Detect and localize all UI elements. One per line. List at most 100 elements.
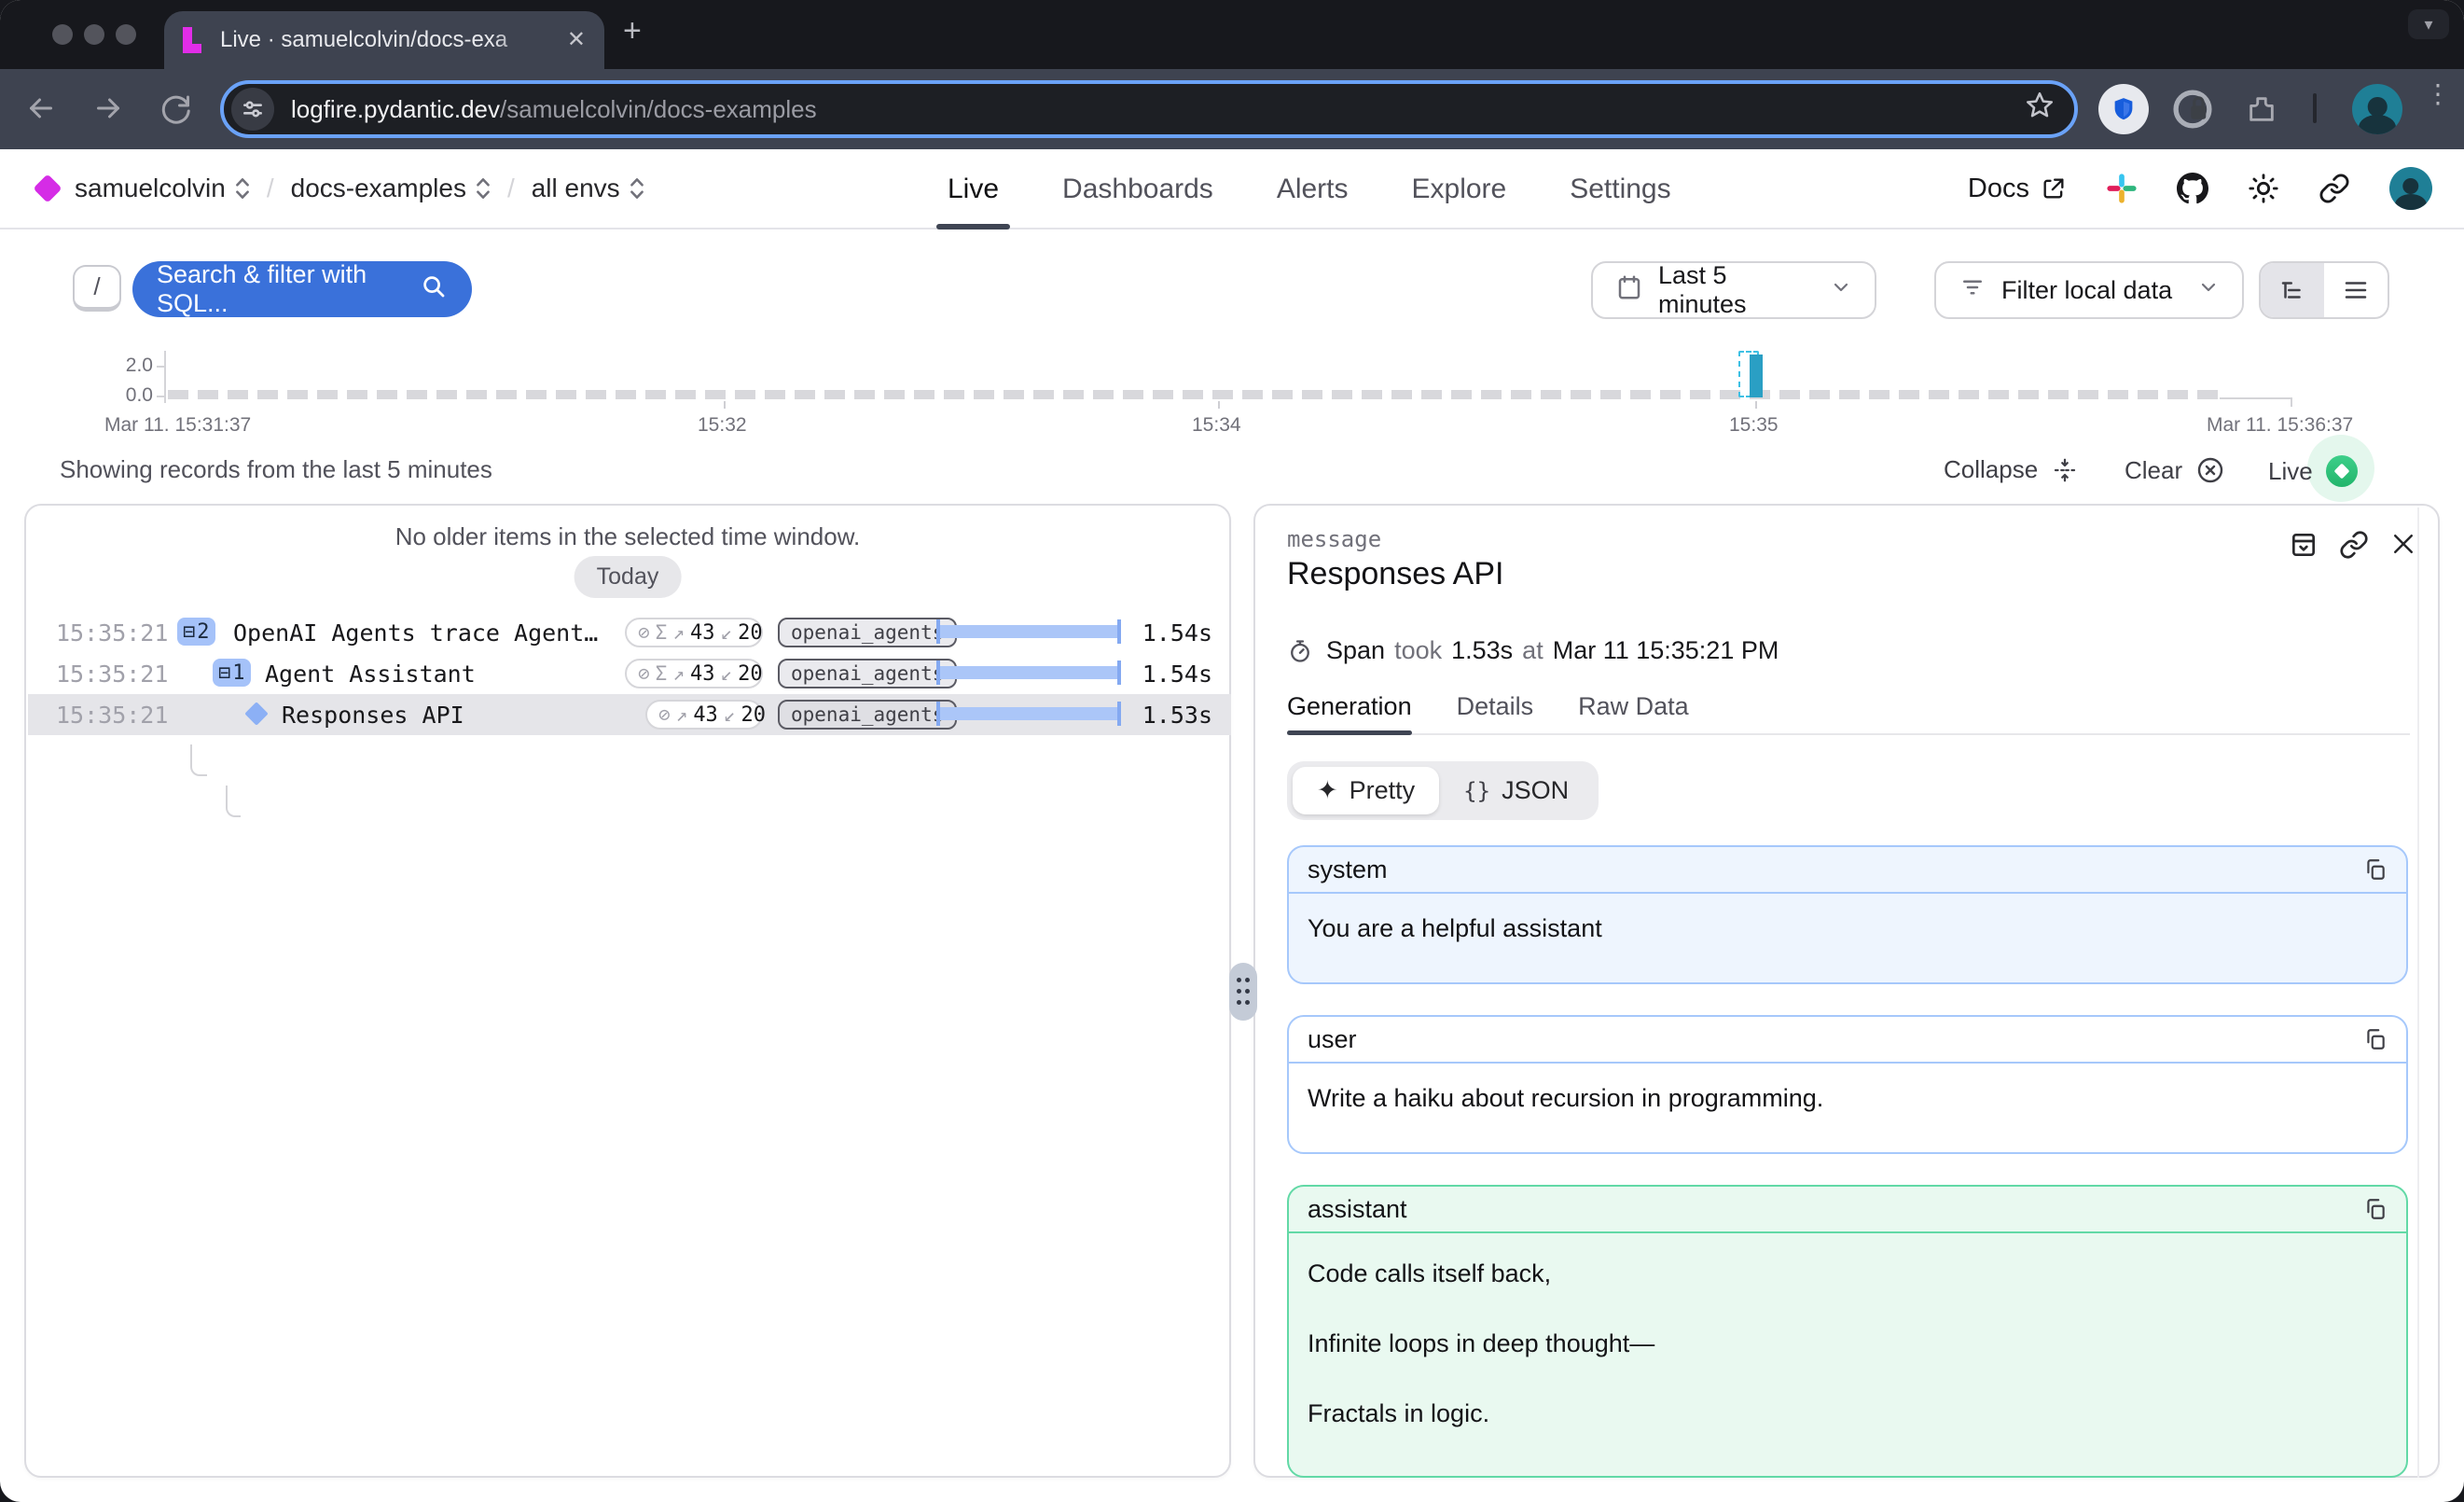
tokens-up-icon: ↗ [672, 662, 685, 685]
x-tickmark [1755, 401, 1757, 409]
timeline-xtick-1535: 15:35 [1729, 414, 1779, 437]
span-duration: 1.53s [1451, 636, 1513, 665]
back-icon[interactable] [24, 91, 58, 132]
traffic-light-close[interactable] [52, 24, 73, 45]
clear-button[interactable]: Clear [2125, 455, 2225, 485]
search-placeholder: Search & filter with SQL... [157, 260, 420, 318]
pretty-toggle-button[interactable]: ✦ Pretty [1293, 767, 1439, 814]
collapse-button[interactable]: Collapse [1944, 455, 2079, 484]
main-nav: Live Dashboards Alerts Explore Settings [948, 149, 1671, 229]
span-diamond-icon [244, 702, 268, 725]
forward-icon[interactable] [91, 91, 125, 132]
coin-icon: ⊘ [638, 662, 650, 685]
timeline-baseline-tail [2220, 397, 2291, 399]
copy-icon[interactable] [2363, 1027, 2388, 1051]
trace-name: Responses API [282, 702, 464, 729]
tree-view-button[interactable] [2261, 263, 2324, 317]
scope-tag[interactable]: openai_agents [778, 618, 957, 647]
timeline-end-tick [2291, 397, 2292, 407]
search-input[interactable]: Search & filter with SQL... [132, 261, 472, 317]
trace-row-1[interactable]: 15:35:21 ⊟2 OpenAI Agents trace Agent… ⊘… [28, 612, 1231, 653]
timeline-y-axis [164, 351, 166, 403]
empty-window-notice: No older items in the selected time wind… [26, 522, 1229, 551]
scope-tag[interactable]: openai_agents [778, 659, 957, 688]
bitwarden-extension-icon[interactable] [2098, 84, 2149, 134]
date-chip-today[interactable]: Today [574, 556, 682, 598]
live-toggle[interactable]: Live [2268, 455, 2358, 487]
message-card-assistant: assistant Code calls itself back, Infini… [1287, 1185, 2408, 1478]
tab-title: Live · samuelcolvin/docs-exa [220, 27, 541, 53]
span-kind-label: message [1287, 526, 1381, 552]
scope-tag[interactable]: openai_agents [778, 700, 957, 730]
trace-time: 15:35:21 [56, 661, 168, 688]
timeline-activity-bar[interactable] [1750, 355, 1763, 397]
span-timestamp: Mar 11 15:35:21 PM [1553, 636, 1779, 665]
role-label: assistant [1308, 1195, 1407, 1224]
tab-close-icon[interactable]: ✕ [567, 29, 586, 51]
tab-details[interactable]: Details [1457, 692, 1534, 733]
browser-profile-avatar[interactable] [2352, 84, 2402, 134]
time-range-dropdown[interactable]: Last 5 minutes [1591, 261, 1876, 319]
list-view-icon [2342, 276, 2370, 304]
extensions-puzzle-icon[interactable] [2236, 84, 2287, 134]
nav-tab-live[interactable]: Live [948, 149, 999, 229]
nav-tab-settings[interactable]: Settings [1570, 149, 1670, 229]
list-view-button[interactable] [2324, 263, 2388, 317]
breadcrumb-org[interactable]: samuelcolvin [75, 174, 250, 203]
tree-connector [190, 744, 207, 776]
breadcrumb-project[interactable]: docs-examples [291, 174, 491, 203]
coin-icon: ⊘ [638, 621, 650, 644]
duration-value: 1.54s [1142, 619, 1212, 647]
tokens-down-value: 20 [738, 621, 763, 645]
tab-generation[interactable]: Generation [1287, 692, 1412, 733]
copy-link-icon[interactable] [2339, 530, 2369, 560]
slash-shortcut-key[interactable]: / [73, 265, 121, 312]
site-settings-icon[interactable] [231, 88, 274, 131]
sort-chevrons-icon [476, 176, 491, 201]
trace-row-2[interactable]: 15:35:21 ⊟1 Agent Assistant ⊘Σ ↗43 ↙20 o… [28, 653, 1231, 694]
json-toggle-button[interactable]: {} JSON [1439, 767, 1593, 814]
theme-sun-icon[interactable] [2248, 173, 2279, 204]
tab-raw-data[interactable]: Raw Data [1578, 692, 1689, 733]
collapse-icon [2051, 456, 2079, 484]
trace-row-3-selected[interactable]: 15:35:21 Responses API ⊘ ↗43 ↙20 openai_… [28, 694, 1231, 735]
nav-tab-dashboards[interactable]: Dashboards [1062, 149, 1213, 229]
copy-icon[interactable] [2363, 1197, 2388, 1221]
docs-link[interactable]: Docs [1968, 174, 2067, 204]
collapse-count-badge[interactable]: ⊟2 [177, 618, 215, 646]
new-tab-button[interactable]: + [623, 15, 642, 47]
copy-icon[interactable] [2363, 857, 2388, 882]
share-link-icon[interactable] [2319, 173, 2350, 204]
duration-bar [936, 619, 1121, 644]
tokens-down-icon: ↙ [720, 662, 732, 685]
trace-time: 15:35:21 [56, 619, 168, 647]
breadcrumb-env[interactable]: all envs [532, 174, 644, 203]
collapse-count-badge[interactable]: ⊟1 [213, 659, 251, 687]
url-text: logfire.pydantic.dev/samuelcolvin/docs-e… [291, 95, 817, 124]
span-detail-panel: message Responses API Span took 1.53s at… [1253, 504, 2440, 1478]
nav-tab-alerts[interactable]: Alerts [1277, 149, 1349, 229]
duration-value: 1.53s [1142, 702, 1212, 729]
detail-scrollbar-track[interactable] [2417, 508, 2419, 1478]
url-bar[interactable]: logfire.pydantic.dev/samuelcolvin/docs-e… [220, 80, 2078, 138]
browser-tab[interactable]: Live · samuelcolvin/docs-exa ✕ [164, 11, 604, 69]
traffic-light-zoom[interactable] [116, 24, 136, 45]
trace-list-panel: No older items in the selected time wind… [24, 504, 1231, 1478]
duration-value: 1.54s [1142, 661, 1212, 688]
dock-panel-icon[interactable] [2289, 530, 2319, 560]
slack-icon[interactable] [2106, 173, 2138, 204]
github-icon[interactable] [2177, 173, 2208, 204]
bookmark-star-icon[interactable] [2024, 90, 2056, 129]
window-chevron-icon[interactable]: ▾ [2408, 9, 2449, 39]
reload-icon[interactable] [159, 91, 192, 132]
panel-resize-handle[interactable] [1229, 963, 1257, 1021]
browser-menu-icon[interactable]: ⋮ [2425, 88, 2440, 101]
token-usage-pill: ⊘Σ ↗43 ↙20 [625, 659, 763, 688]
nav-tab-explore[interactable]: Explore [1412, 149, 1507, 229]
close-icon[interactable] [2389, 530, 2417, 560]
local-filter-dropdown[interactable]: Filter local data [1934, 261, 2244, 319]
traffic-light-minimize[interactable] [84, 24, 104, 45]
timeline-xtick-1532: 15:32 [698, 414, 747, 437]
user-avatar[interactable] [2389, 167, 2432, 210]
password-extension-icon[interactable] [2167, 84, 2218, 134]
